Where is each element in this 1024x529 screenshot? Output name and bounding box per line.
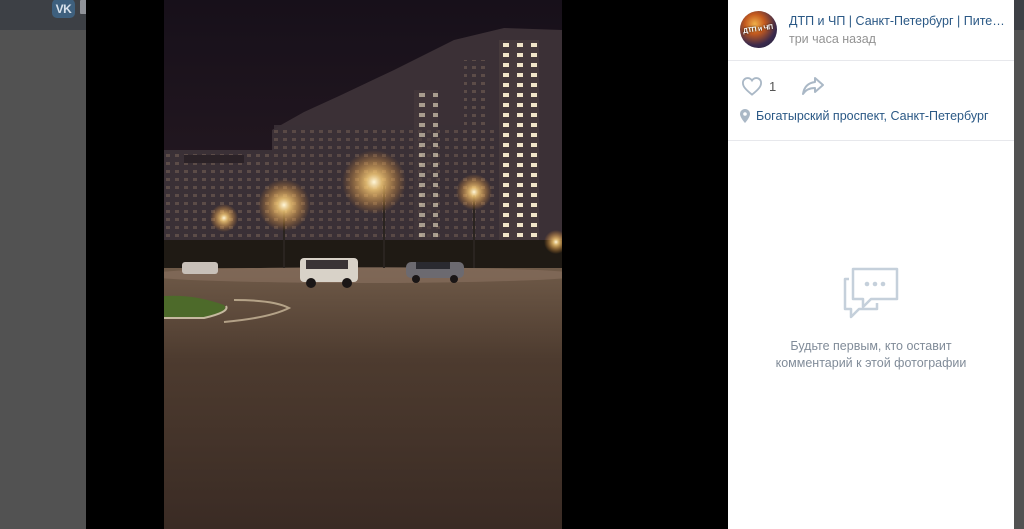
empty-comments: Будьте первым, кто оставит комментарий к… xyxy=(728,265,1014,372)
post-timestamp[interactable]: три часа назад xyxy=(789,32,876,46)
location-link[interactable]: Богатырский проспект, Санкт-Петербург xyxy=(756,109,989,123)
page-backdrop-left[interactable] xyxy=(0,30,86,529)
share-icon[interactable] xyxy=(801,75,825,97)
empty-comments-line-1: Будьте первым, кто оставит xyxy=(790,339,952,353)
like-count[interactable]: 1 xyxy=(769,79,776,94)
post-actions: 1 xyxy=(728,61,1014,111)
vk-logo-text: VK xyxy=(55,1,72,16)
photo-info-panel: ДТП и ЧП ДТП и ЧП | Санкт-Петербург | Пи… xyxy=(728,0,1014,529)
location[interactable]: Богатырский проспект, Санкт-Петербург xyxy=(740,108,989,124)
avatar-label: ДТП и ЧП xyxy=(743,23,774,36)
map-pin-icon xyxy=(740,109,750,123)
heart-icon[interactable] xyxy=(741,76,763,96)
post-header: ДТП и ЧП ДТП и ЧП | Санкт-Петербург | Пи… xyxy=(728,0,1014,61)
divider xyxy=(728,140,1014,141)
comments-icon xyxy=(843,267,899,319)
photo-viewer: ДТП и ЧП ДТП и ЧП | Санкт-Петербург | Пи… xyxy=(86,0,1014,529)
group-name-link[interactable]: ДТП и ЧП | Санкт-Петербург | Питер Онлай… xyxy=(789,14,1005,28)
vk-logo-icon[interactable]: VK xyxy=(52,0,75,18)
photo[interactable] xyxy=(164,0,562,529)
empty-comments-line-2: комментарий к этой фотографии xyxy=(775,356,967,370)
night-street-photo xyxy=(164,0,562,529)
group-avatar[interactable]: ДТП и ЧП xyxy=(740,11,777,48)
